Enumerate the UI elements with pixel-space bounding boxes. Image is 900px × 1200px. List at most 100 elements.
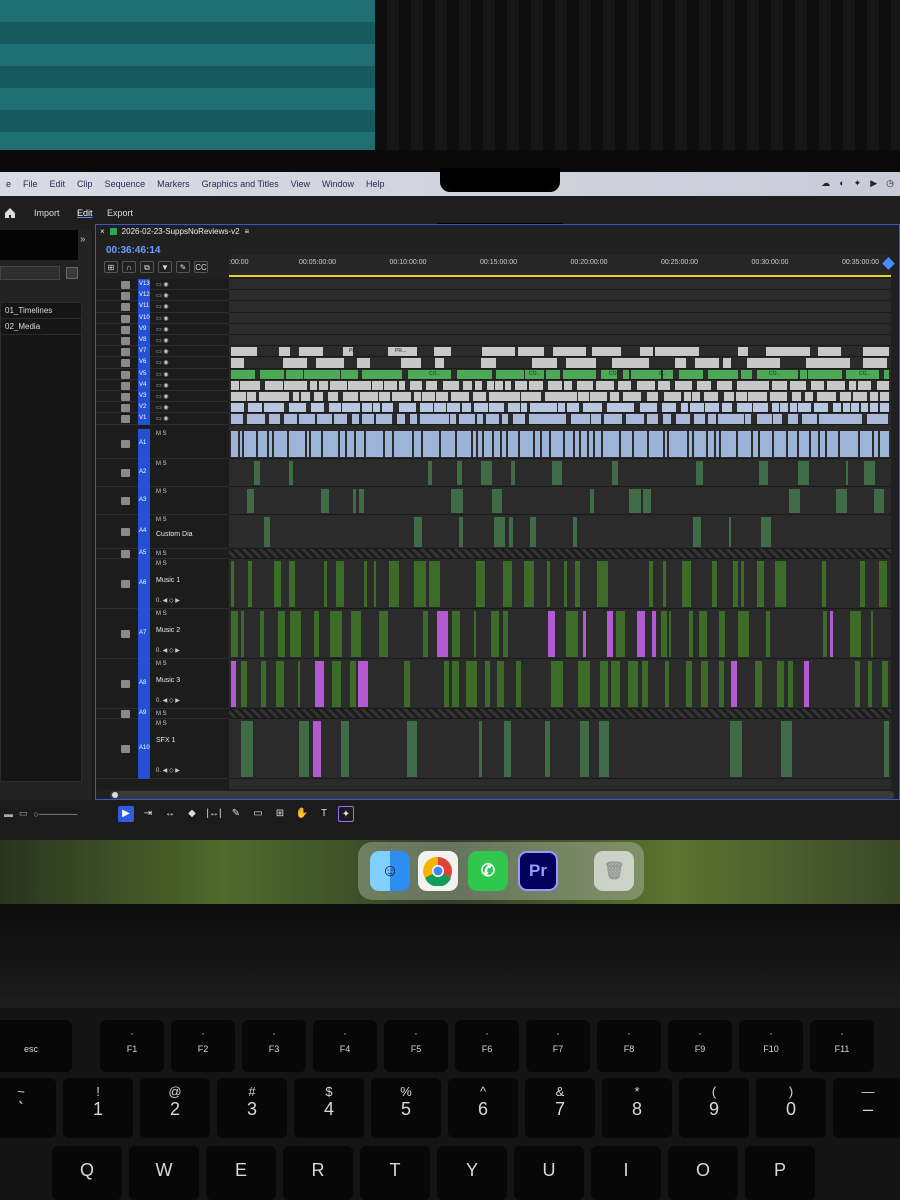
lock-icon[interactable] xyxy=(121,415,130,424)
video-clip[interactable] xyxy=(284,380,297,390)
video-clip[interactable] xyxy=(529,403,543,413)
control-icon[interactable]: ◐ xyxy=(839,178,844,189)
video-clip[interactable] xyxy=(400,358,421,368)
audio-clip[interactable] xyxy=(803,660,809,707)
audio-clip[interactable] xyxy=(774,430,787,457)
video-clip[interactable] xyxy=(434,358,444,368)
audio-clip[interactable] xyxy=(708,430,714,457)
audio-clip[interactable] xyxy=(836,488,848,513)
menu-item-e[interactable]: e xyxy=(0,179,17,189)
video-clip[interactable] xyxy=(646,414,659,424)
video-clip[interactable] xyxy=(247,403,263,413)
audio-clip[interactable] xyxy=(761,516,771,547)
video-clip[interactable] xyxy=(773,414,783,424)
clock-icon[interactable]: ◷ xyxy=(886,178,894,189)
lock-icon[interactable] xyxy=(121,629,130,638)
video-clip[interactable] xyxy=(663,392,682,402)
timecode-display[interactable]: 00:36:46:14 xyxy=(106,245,160,256)
video-clip[interactable] xyxy=(722,358,731,368)
video-track[interactable] xyxy=(229,335,891,347)
video-clip[interactable] xyxy=(422,392,435,402)
audio-clip[interactable] xyxy=(278,610,286,657)
audio-clip[interactable] xyxy=(356,430,365,457)
video-clip[interactable] xyxy=(381,403,393,413)
audio-clip[interactable] xyxy=(307,430,310,457)
audio-clip[interactable] xyxy=(474,610,477,657)
audio-clip[interactable] xyxy=(413,430,422,457)
video-clip[interactable] xyxy=(810,380,824,390)
key-o[interactable]: O xyxy=(668,1146,738,1200)
audio-clip[interactable] xyxy=(311,430,322,457)
video-clip[interactable] xyxy=(663,414,672,424)
mute-solo-buttons[interactable]: M S xyxy=(156,661,167,667)
video-clip[interactable] xyxy=(817,392,837,402)
audio-clip[interactable] xyxy=(642,660,649,707)
mute-solo-buttons[interactable]: M S xyxy=(156,461,167,467)
key-6[interactable]: ^ 6 xyxy=(448,1078,518,1138)
audio-clip[interactable] xyxy=(452,660,460,707)
video-clip[interactable] xyxy=(674,358,687,368)
video-clip[interactable] xyxy=(520,403,527,413)
audio-clip[interactable] xyxy=(686,660,693,707)
video-clip[interactable] xyxy=(674,380,692,390)
audio-clip[interactable] xyxy=(456,460,462,485)
lock-icon[interactable] xyxy=(121,314,130,323)
video-clip[interactable] xyxy=(772,403,779,413)
marker-icon[interactable]: ▼ xyxy=(158,261,172,273)
rectangle-icon[interactable]: ▭ xyxy=(250,806,266,822)
audio-clip[interactable] xyxy=(429,560,441,607)
video-clip[interactable] xyxy=(316,358,345,368)
audio-clip[interactable] xyxy=(520,430,534,457)
lock-icon[interactable] xyxy=(121,709,130,718)
audio-clip[interactable] xyxy=(323,560,327,607)
video-clip[interactable] xyxy=(362,403,372,413)
key-p[interactable]: P xyxy=(745,1146,815,1200)
audio-clip[interactable] xyxy=(854,660,860,707)
video-clip[interactable] xyxy=(231,369,255,379)
slip-icon[interactable]: |↔| xyxy=(206,806,222,822)
video-clip[interactable] xyxy=(286,369,303,379)
video-clip[interactable] xyxy=(512,414,525,424)
video-clip[interactable] xyxy=(661,403,676,413)
audio-clip[interactable] xyxy=(389,560,400,607)
video-clip[interactable] xyxy=(548,380,562,390)
video-clip[interactable] xyxy=(566,403,579,413)
menu-item-sequence[interactable]: Sequence xyxy=(99,179,152,189)
video-clip[interactable] xyxy=(398,403,416,413)
audio-clip[interactable] xyxy=(247,560,252,607)
audio-clip[interactable] xyxy=(444,660,450,707)
key-f6[interactable]: · F6 xyxy=(455,1020,519,1072)
audio-clip[interactable] xyxy=(259,610,264,657)
audio-clip[interactable] xyxy=(359,488,364,513)
audio-clip[interactable] xyxy=(297,660,300,707)
lock-icon[interactable] xyxy=(121,496,130,505)
video-track[interactable] xyxy=(229,279,891,291)
video-clip[interactable] xyxy=(564,380,572,390)
audio-clip[interactable] xyxy=(503,560,513,607)
audio-clip[interactable] xyxy=(257,430,268,457)
video-clip[interactable] xyxy=(316,414,332,424)
video-clip[interactable] xyxy=(676,414,691,424)
video-clip[interactable] xyxy=(247,392,257,402)
audio-clip[interactable] xyxy=(321,488,329,513)
audio-clip[interactable] xyxy=(693,430,707,457)
whatsapp-icon[interactable]: ✆ xyxy=(468,851,508,891)
video-clip[interactable] xyxy=(313,392,324,402)
video-clip[interactable] xyxy=(636,380,655,390)
keyframe-controls[interactable]: 0. ◀ ◇ ▶ xyxy=(156,767,180,774)
audio-clip[interactable] xyxy=(428,460,432,485)
audio-clip[interactable] xyxy=(564,430,574,457)
audio-clip[interactable] xyxy=(366,430,384,457)
visibility-icon[interactable]: ▭ ◉ xyxy=(156,326,169,333)
video-clip[interactable] xyxy=(708,369,738,379)
menu-item-file[interactable]: File xyxy=(17,179,44,189)
video-clip[interactable] xyxy=(362,414,375,424)
audio-clip[interactable] xyxy=(732,560,738,607)
audio-track[interactable] xyxy=(229,609,891,659)
audio-clip[interactable] xyxy=(241,720,253,777)
icon-view-icon[interactable]: ▭ xyxy=(19,808,28,819)
audio-clip[interactable] xyxy=(403,660,410,707)
video-clip[interactable] xyxy=(231,347,257,357)
video-clip[interactable] xyxy=(622,369,630,379)
tab-edit[interactable]: Edit xyxy=(77,208,93,218)
